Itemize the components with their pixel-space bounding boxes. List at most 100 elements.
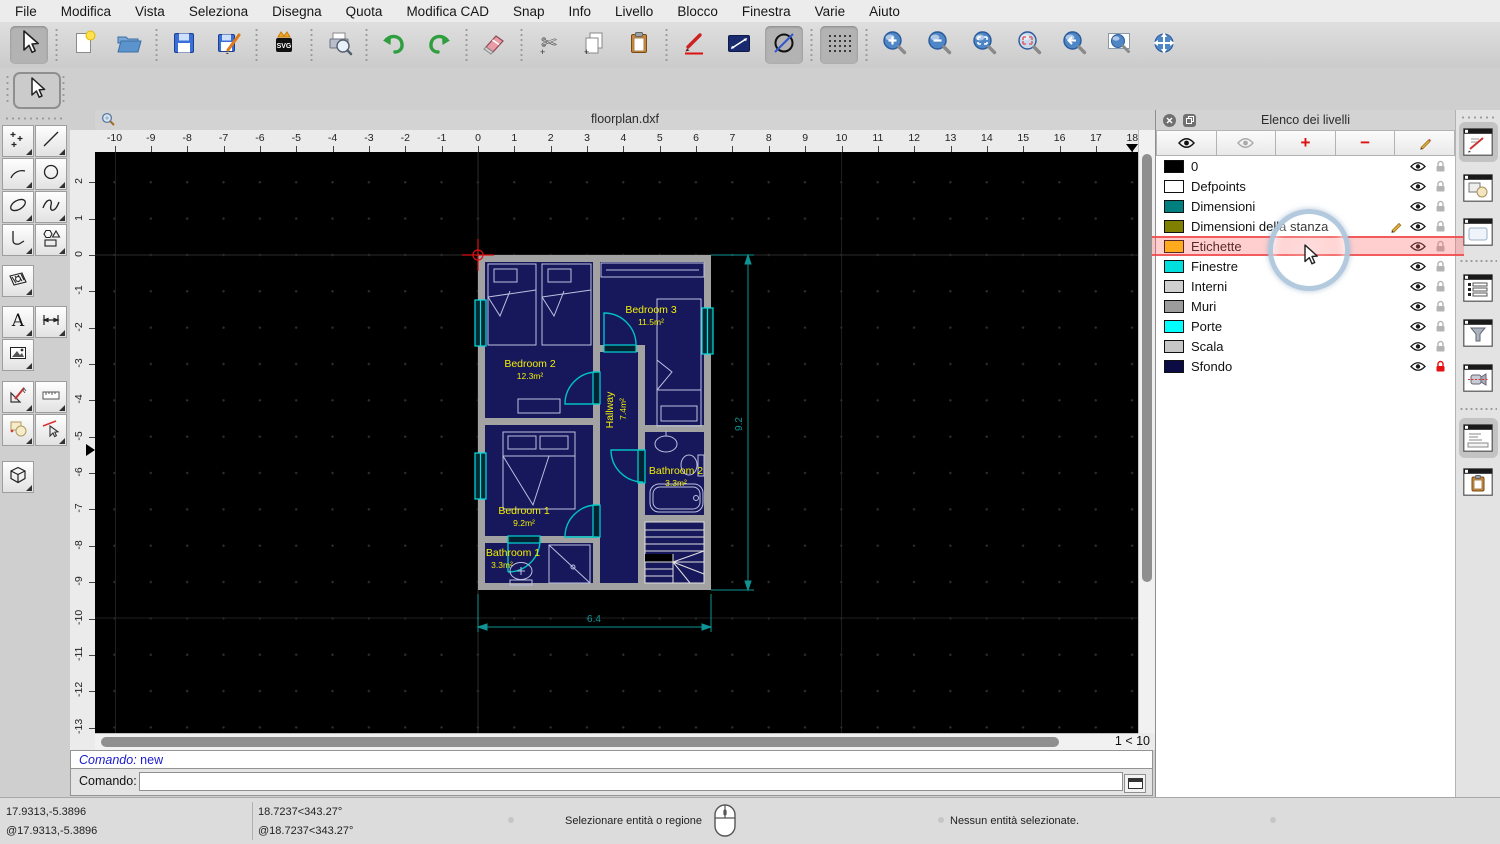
menu-info[interactable]: Info bbox=[569, 4, 592, 19]
command-line-dock-button[interactable] bbox=[1463, 424, 1493, 452]
layer-row-dimensioni-della-stanza[interactable]: Dimensioni della stanza bbox=[1156, 216, 1455, 236]
ellipse-tool-button[interactable] bbox=[2, 191, 34, 223]
layer-row-0[interactable]: 0 bbox=[1156, 156, 1455, 176]
layer-row-dimensioni[interactable]: Dimensioni bbox=[1156, 196, 1455, 216]
modify-tool-button[interactable] bbox=[35, 414, 67, 446]
horizontal-scrollbar-thumb[interactable] bbox=[101, 737, 1059, 747]
edit-layer-button[interactable] bbox=[1395, 130, 1455, 156]
open-file-button[interactable] bbox=[110, 26, 148, 64]
menu-vista[interactable]: Vista bbox=[135, 4, 165, 19]
hide-all-layers-button[interactable] bbox=[1216, 130, 1277, 156]
zoom-previous-button[interactable] bbox=[1055, 26, 1093, 64]
lock-icon[interactable] bbox=[1429, 280, 1451, 293]
new-file-button[interactable] bbox=[65, 26, 103, 64]
eye-icon[interactable] bbox=[1407, 361, 1429, 372]
select-arrow-button[interactable] bbox=[10, 26, 48, 64]
remove-layer-button[interactable]: − bbox=[1335, 130, 1396, 156]
document-titlebar[interactable]: floorplan.dxf bbox=[95, 110, 1155, 131]
layer-panel-header[interactable]: Elenco dei livelli bbox=[1156, 110, 1455, 131]
freehand-pen-button[interactable] bbox=[675, 26, 713, 64]
layer-list-dock-button[interactable] bbox=[1463, 274, 1493, 302]
menu-varie[interactable]: Varie bbox=[815, 4, 846, 19]
menu-aiuto[interactable]: Aiuto bbox=[869, 4, 900, 19]
eye-icon[interactable] bbox=[1407, 261, 1429, 272]
menu-blocco[interactable]: Blocco bbox=[677, 4, 718, 19]
eye-icon[interactable] bbox=[1407, 321, 1429, 332]
paste-button[interactable] bbox=[620, 26, 658, 64]
measure-ruler-tool-button[interactable] bbox=[35, 381, 67, 413]
add-layer-button[interactable]: + bbox=[1276, 130, 1336, 156]
layer-row-interni[interactable]: Interni bbox=[1156, 276, 1455, 296]
blocks-dock-button[interactable] bbox=[1463, 174, 1493, 202]
command-panel-button[interactable] bbox=[1124, 774, 1146, 793]
print-preview-button[interactable] bbox=[320, 26, 358, 64]
selection-filter-dock-button[interactable] bbox=[1463, 319, 1493, 347]
cut-button[interactable]: ✄ + bbox=[530, 26, 568, 64]
lock-icon[interactable] bbox=[1429, 360, 1451, 373]
lock-icon[interactable] bbox=[1429, 300, 1451, 313]
arc-tool-button[interactable] bbox=[2, 158, 34, 190]
vertical-scrollbar-thumb[interactable] bbox=[1142, 154, 1152, 582]
layer-row-porte[interactable]: Porte bbox=[1156, 316, 1455, 336]
zoom-selection-button[interactable] bbox=[1010, 26, 1048, 64]
save-as-button[interactable] bbox=[210, 26, 248, 64]
copy-button[interactable]: + bbox=[575, 26, 613, 64]
circle-slash-button[interactable] bbox=[765, 26, 803, 64]
image-tool-button[interactable] bbox=[2, 339, 34, 371]
zoom-out-button[interactable] bbox=[920, 26, 958, 64]
eye-icon[interactable] bbox=[1407, 301, 1429, 312]
draft-tools-tool-button[interactable] bbox=[2, 381, 34, 413]
lock-icon[interactable] bbox=[1429, 180, 1451, 193]
distance-measure-button[interactable] bbox=[720, 26, 758, 64]
eye-icon[interactable] bbox=[1407, 181, 1429, 192]
lock-icon[interactable] bbox=[1429, 320, 1451, 333]
zoom-auto-button[interactable] bbox=[965, 26, 1003, 64]
vertical-scrollbar[interactable] bbox=[1138, 130, 1156, 733]
layer-row-scala[interactable]: Scala bbox=[1156, 336, 1455, 356]
text-tool-button[interactable]: A bbox=[2, 306, 34, 338]
lock-icon[interactable] bbox=[1429, 160, 1451, 173]
points-tool-button[interactable] bbox=[2, 125, 34, 157]
pan-button[interactable] bbox=[1145, 26, 1183, 64]
line-tool-button[interactable] bbox=[35, 125, 67, 157]
menu-livello[interactable]: Livello bbox=[615, 4, 653, 19]
menu-modifica[interactable]: Modifica bbox=[61, 4, 111, 19]
lock-icon[interactable] bbox=[1429, 240, 1451, 253]
polyline-tool-button[interactable] bbox=[2, 224, 34, 256]
save-button[interactable] bbox=[165, 26, 203, 64]
menu-disegna[interactable]: Disegna bbox=[272, 4, 322, 19]
layer-row-etichette[interactable]: Etichette bbox=[1156, 236, 1455, 256]
undo-button[interactable] bbox=[375, 26, 413, 64]
zoom-in-button[interactable] bbox=[875, 26, 913, 64]
eye-icon[interactable] bbox=[1407, 221, 1429, 232]
property-editor-dock-button[interactable] bbox=[1463, 128, 1493, 156]
solid-3d-tool-button[interactable] bbox=[2, 461, 34, 493]
library-browser-dock-button[interactable] bbox=[1463, 218, 1493, 246]
menu-quota[interactable]: Quota bbox=[346, 4, 383, 19]
eye-icon[interactable] bbox=[1407, 341, 1429, 352]
eye-icon[interactable] bbox=[1407, 161, 1429, 172]
lock-icon[interactable] bbox=[1429, 260, 1451, 273]
horizontal-scrollbar[interactable] bbox=[95, 733, 1138, 751]
redo-button[interactable] bbox=[420, 26, 458, 64]
command-input[interactable] bbox=[139, 772, 1123, 791]
circle-tool-button[interactable] bbox=[35, 158, 67, 190]
selection-tool-button[interactable] bbox=[13, 72, 61, 109]
menu-modifica-cad[interactable]: Modifica CAD bbox=[406, 4, 489, 19]
eye-icon[interactable] bbox=[1407, 201, 1429, 212]
layer-row-finestre[interactable]: Finestre bbox=[1156, 256, 1455, 276]
clipboard-dock-button[interactable] bbox=[1463, 468, 1493, 496]
grid-toggle-button[interactable] bbox=[820, 26, 858, 64]
shapes-tool-button[interactable] bbox=[35, 224, 67, 256]
hatch-tool-button[interactable] bbox=[2, 265, 34, 297]
menu-file[interactable]: File bbox=[15, 4, 37, 19]
show-all-layers-button[interactable] bbox=[1156, 130, 1217, 156]
eye-icon[interactable] bbox=[1407, 281, 1429, 292]
menu-seleziona[interactable]: Seleziona bbox=[189, 4, 248, 19]
layer-row-sfondo[interactable]: Sfondo bbox=[1156, 356, 1455, 376]
lock-icon[interactable] bbox=[1429, 200, 1451, 213]
eraser-button[interactable] bbox=[475, 26, 513, 64]
lighting-dock-button[interactable] bbox=[1463, 364, 1493, 392]
layer-row-defpoints[interactable]: Defpoints bbox=[1156, 176, 1455, 196]
dimension-tool-button[interactable] bbox=[35, 306, 67, 338]
